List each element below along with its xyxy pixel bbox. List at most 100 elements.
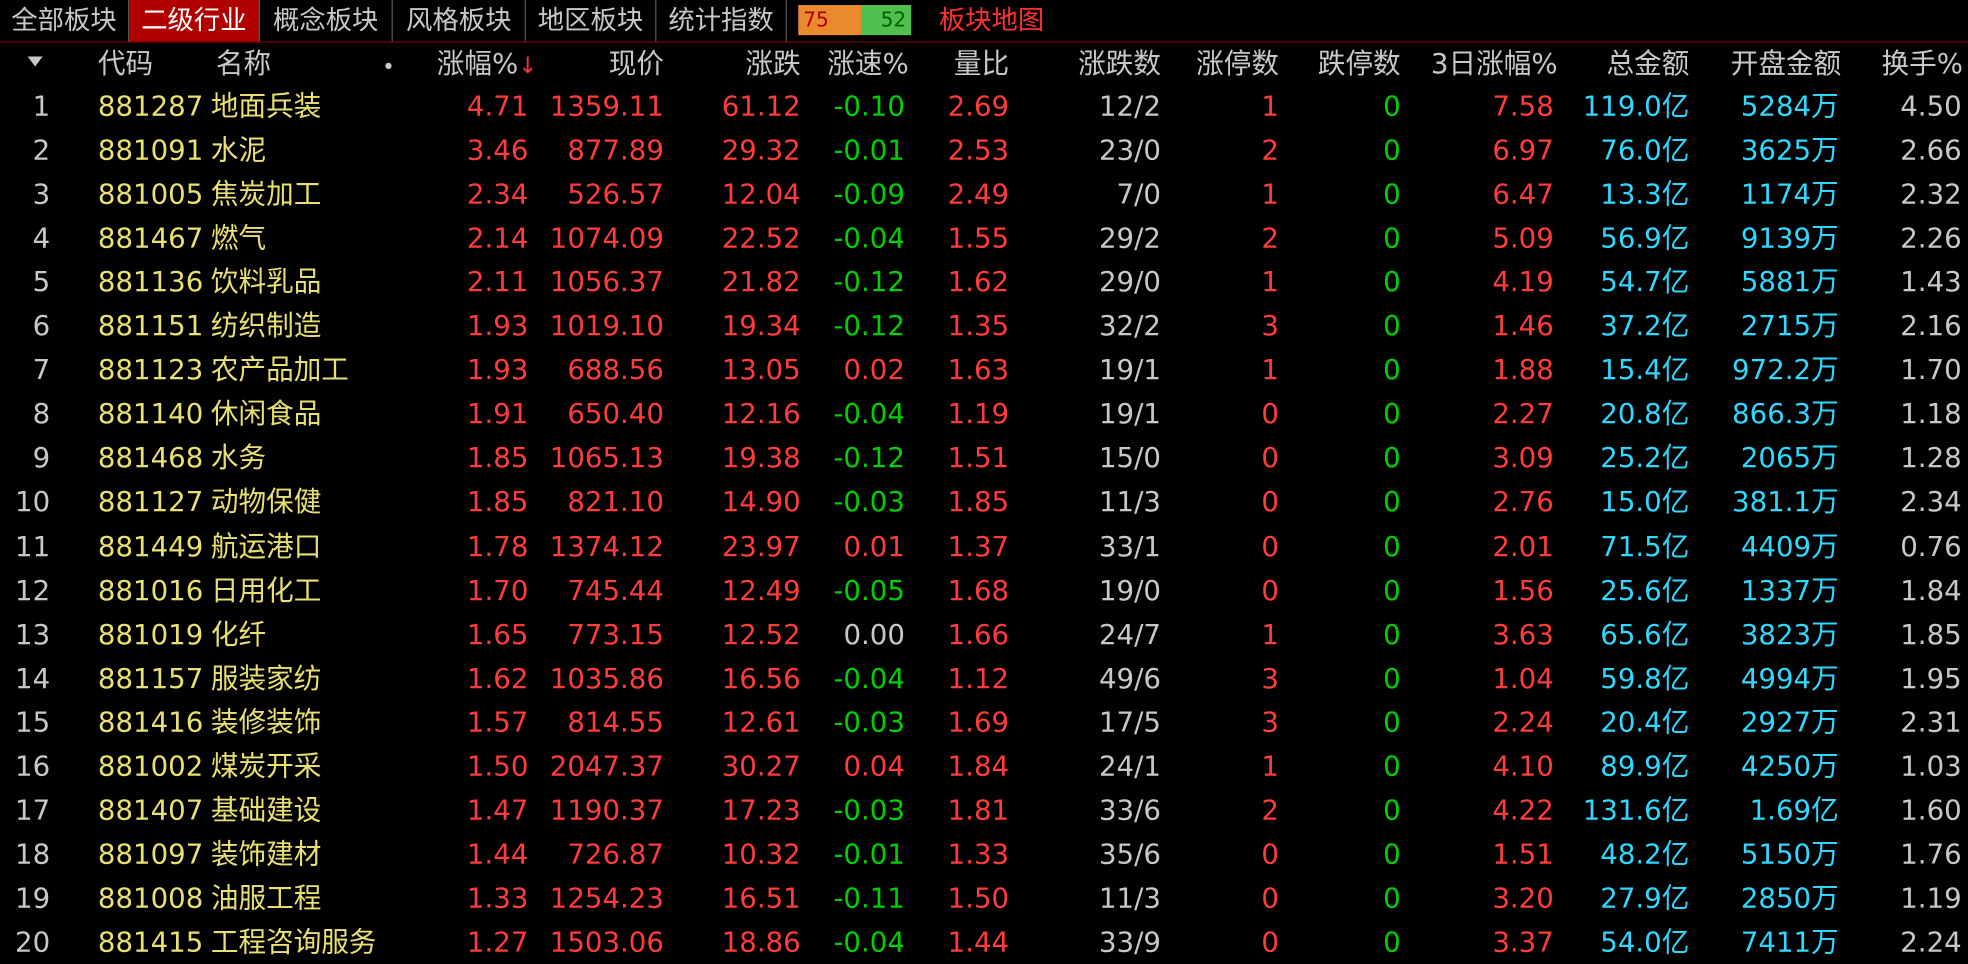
tab-concept-sectors[interactable]: 概念板块	[260, 0, 393, 42]
table-row[interactable]: 9 881468 水务 1.85 1065.13 19.38 -0.12 1.51 15/0 0 0…	[0, 437, 1968, 481]
price: 650.40	[567, 399, 664, 431]
sort-menu-icon[interactable]	[27, 56, 43, 67]
sector-name: 基础建设	[210, 795, 322, 827]
turnover: 1.18	[1900, 399, 1962, 431]
sector-map-link[interactable]: 板块地图	[939, 0, 1044, 41]
table-row[interactable]: 6 881151 纺织制造 1.93 1019.10 19.34 -0.12 1.35 32/2…	[0, 305, 1968, 349]
table-row[interactable]: 16 881002 煤炭开采 1.50 2047.37 30.27 0.04 1.84 24/1…	[0, 745, 1968, 789]
table-row[interactable]: 2 881091 水泥 3.46 877.89 29.32 -0.01 2.53 23/0 2 0 6…	[0, 129, 1968, 173]
tab-style-sectors[interactable]: 风格板块	[393, 0, 526, 42]
row-index: 11	[15, 531, 51, 563]
row-index: 4	[32, 223, 51, 255]
limit-down-count: 0	[1383, 91, 1401, 123]
sector-quote-window: 全部板块 二级行业 概念板块 风格板块 地区板块 统计指数 75 52 板块地图…	[0, 0, 1968, 964]
speed: -0.11	[833, 883, 905, 915]
header-change[interactable]: 涨跌	[703, 45, 801, 85]
tab-statistics-index[interactable]: 统计指数	[656, 0, 787, 42]
open-amount: 866.3万	[1732, 399, 1839, 431]
up-down-count: 17/5	[1098, 707, 1161, 739]
3day-change: 1.88	[1492, 355, 1554, 387]
sector-name: 纺织制造	[210, 311, 322, 343]
total-amount: 25.6亿	[1600, 575, 1690, 607]
up-down-count: 19/1	[1098, 355, 1161, 387]
change: 16.56	[721, 663, 801, 695]
header-limit-up-count[interactable]: 涨停数	[1167, 45, 1279, 85]
limit-down-count: 0	[1383, 707, 1401, 739]
sector-name: 化纤	[210, 619, 267, 651]
header-total-amount[interactable]: 总金额	[1569, 45, 1690, 85]
tab-level2-industry[interactable]: 二级行业	[129, 0, 260, 42]
up-down-count: 33/6	[1098, 795, 1161, 827]
tab-region-sectors[interactable]: 地区板块	[526, 0, 657, 42]
volume-ratio: 1.55	[947, 223, 1010, 255]
limit-up-count: 0	[1261, 487, 1279, 519]
table-row[interactable]: 7 881123 农产品加工 1.93 688.56 13.05 0.02 1.63 19/1 1…	[0, 349, 1968, 393]
row-index: 1	[32, 91, 51, 123]
table-row[interactable]: 4 881467 燃气 2.14 1074.09 22.52 -0.04 1.55 29/2 2 0…	[0, 217, 1968, 261]
sector-code: 881467	[97, 223, 204, 255]
total-amount: 65.6亿	[1600, 619, 1690, 651]
change-pct: 1.50	[466, 751, 529, 783]
sector-code: 881468	[97, 443, 204, 475]
row-index: 10	[15, 487, 51, 519]
total-amount: 54.0亿	[1600, 927, 1690, 959]
header-price[interactable]: 现价	[540, 45, 664, 85]
table-row[interactable]: 1 881287 地面兵装 4.71 1359.11 61.12 -0.10 2.69 12/2…	[0, 85, 1968, 129]
header-speed[interactable]: 涨速%	[803, 45, 908, 85]
header-change-pct[interactable]: 涨幅%↓	[414, 45, 537, 85]
table-row[interactable]: 12 881016 日用化工 1.70 745.44 12.49 -0.05 1.68 19/0…	[0, 569, 1968, 613]
limit-up-count: 1	[1261, 619, 1279, 651]
sector-code: 881002	[97, 751, 204, 783]
table-row[interactable]: 8 881140 休闲食品 1.91 650.40 12.16 -0.04 1.19 19/1 0…	[0, 393, 1968, 437]
change-pct: 1.93	[466, 311, 529, 343]
sector-name: 休闲食品	[210, 399, 322, 431]
volume-ratio: 2.49	[947, 179, 1010, 211]
sector-code: 881407	[97, 795, 204, 827]
row-index: 5	[32, 267, 51, 299]
change-pct: 1.65	[466, 619, 529, 651]
change-pct: 2.34	[466, 179, 529, 211]
price: 1374.12	[549, 531, 664, 563]
total-amount: 76.0亿	[1600, 135, 1690, 167]
table-row[interactable]: 14 881157 服装家纺 1.62 1035.86 16.56 -0.04 1.12 49/…	[0, 657, 1968, 701]
table-row[interactable]: 11 881449 航运港口 1.78 1374.12 23.97 0.01 1.37 33/1…	[0, 525, 1968, 569]
volume-ratio: 1.85	[947, 487, 1010, 519]
table-row[interactable]: 13 881019 化纤 1.65 773.15 12.52 0.00 1.66 24/7 1 0 3…	[0, 613, 1968, 657]
sector-code: 881016	[97, 575, 204, 607]
speed: -0.01	[833, 839, 905, 871]
total-amount: 20.8亿	[1600, 399, 1690, 431]
speed: -0.09	[833, 179, 905, 211]
row-index: 19	[15, 883, 51, 915]
open-amount: 1174万	[1740, 179, 1839, 211]
up-down-count: 7/0	[1116, 179, 1161, 211]
header-code[interactable]: 代码	[98, 45, 153, 85]
table-row[interactable]: 19 881008 油服工程 1.33 1254.23 16.51 -0.11 1.50 11/…	[0, 877, 1968, 921]
table-row[interactable]: 10 881127 动物保健 1.85 821.10 14.90 -0.03 1.85 11/3…	[0, 481, 1968, 525]
limit-up-count: 1	[1261, 267, 1279, 299]
header-turnover[interactable]: 换手%	[1858, 45, 1963, 85]
table-row[interactable]: 20 881415 工程咨询服务 1.27 1503.06 18.86 -0.04 1.44 3…	[0, 921, 1968, 964]
3day-change: 2.01	[1492, 531, 1554, 563]
sector-name: 日用化工	[210, 575, 322, 607]
header-limit-down-count[interactable]: 跌停数	[1293, 45, 1401, 85]
change: 23.97	[721, 531, 801, 563]
table-row[interactable]: 3 881005 焦炭加工 2.34 526.57 12.04 -0.09 2.49 7/0 1 0…	[0, 173, 1968, 217]
tab-all-sectors[interactable]: 全部板块	[0, 0, 130, 42]
price: 1254.23	[549, 883, 664, 915]
limit-down-count: 0	[1383, 619, 1401, 651]
table-row[interactable]: 5 881136 饮料乳品 2.11 1056.37 21.82 -0.12 1.62 29/0…	[0, 261, 1968, 305]
table-row[interactable]: 18 881097 装饰建材 1.44 726.87 10.32 -0.01 1.33 35/6…	[0, 833, 1968, 877]
table-row[interactable]: 15 881416 装修装饰 1.57 814.55 12.61 -0.03 1.69 17/5…	[0, 701, 1968, 745]
header-up-down-count[interactable]: 涨跌数	[1042, 45, 1161, 85]
header-volume-ratio[interactable]: 量比	[929, 45, 1009, 85]
header-open-amount[interactable]: 开盘金额	[1694, 45, 1841, 85]
header-3day-change[interactable]: 3日涨幅%	[1412, 45, 1558, 85]
up-down-count: 12/2	[1098, 91, 1161, 123]
limit-down-count: 0	[1383, 927, 1401, 959]
volume-ratio: 1.68	[947, 575, 1010, 607]
sector-name: 饮料乳品	[210, 267, 322, 299]
table-row[interactable]: 17 881407 基础建设 1.47 1190.37 17.23 -0.03 1.81 33/…	[0, 789, 1968, 833]
header-name[interactable]: 名称	[216, 45, 271, 85]
sector-name: 油服工程	[210, 883, 322, 915]
sector-code: 881416	[97, 707, 204, 739]
